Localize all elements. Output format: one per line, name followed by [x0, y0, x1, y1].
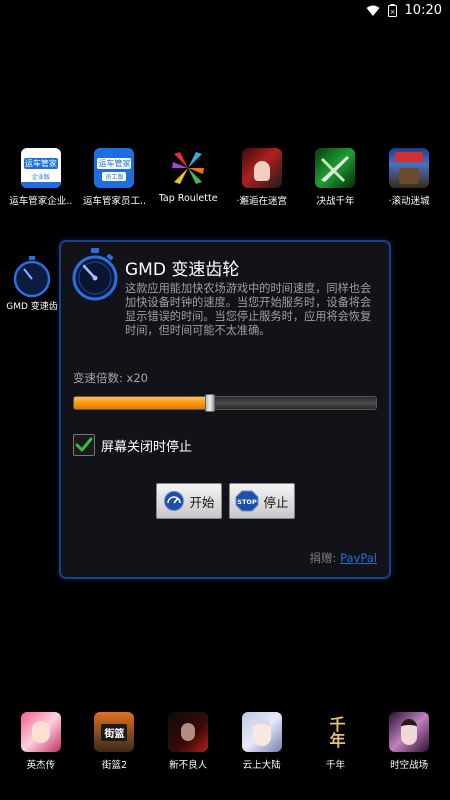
slider-fill	[74, 397, 209, 409]
svg-text:STOP: STOP	[238, 498, 258, 506]
app-label: 街篮2	[101, 760, 127, 771]
status-bar: × 10:20	[0, 0, 450, 24]
wifi-icon	[366, 5, 380, 16]
start-button[interactable]: 开始	[156, 483, 222, 519]
app-label: 新不良人	[169, 760, 208, 771]
app-label: 时空战场	[390, 760, 429, 771]
yunche-employee-icon: 运车管家 员工版	[94, 148, 135, 188]
speed-multiplier-slider[interactable]	[73, 394, 377, 412]
app-label: Tap Roulette	[158, 193, 218, 204]
app-new-buliangren[interactable]: 新不良人	[152, 712, 224, 771]
stop-button[interactable]: STOP 停止	[229, 483, 295, 519]
stopwatch-icon	[72, 248, 118, 301]
paypal-link[interactable]: PayPal	[340, 551, 377, 565]
dialog-description: 这款应用能加快农场游戏中的时间速度，同样也会加快设备时钟的速度。当您开始服务时，…	[125, 282, 372, 337]
app-heroes-legend[interactable]: 英杰传	[5, 712, 77, 771]
app-gmd-speed-gear[interactable]: GMD 变速齿	[6, 255, 58, 312]
app-street-basketball[interactable]: 街篮 街篮2	[78, 712, 150, 771]
clock: 10:20	[404, 3, 442, 18]
stop-on-screen-off-checkbox[interactable]	[73, 434, 95, 456]
app-cloud-continent[interactable]: 云上大陆	[226, 712, 298, 771]
app-maze-encounter[interactable]: ·邂逅在迷宫	[226, 148, 298, 207]
cloud-continent-icon	[241, 712, 282, 752]
millennium-icon: 千年	[315, 712, 356, 752]
app-label: ·邂逅在迷宫	[236, 196, 288, 207]
donate-row: 捐赠: PayPal	[310, 550, 377, 566]
app-battle-millennium[interactable]: 决战千年	[299, 148, 371, 207]
battery-icon: ×	[387, 4, 397, 17]
checkbox-label: 屏幕关闭时停止	[101, 439, 193, 455]
donate-label: 捐赠:	[309, 551, 337, 565]
app-yunche-employee[interactable]: 运车管家 员工版 运车管家员工..	[78, 148, 150, 207]
speed-multiplier-label: 变速倍数: x20	[73, 371, 148, 385]
app-label: 运车管家员工..	[82, 196, 146, 207]
app-rolling-city[interactable]: ·滚动迷城	[373, 148, 445, 207]
app-label: 千年	[325, 760, 345, 771]
app-label: 英杰传	[26, 760, 56, 771]
stop-button-label: 停止	[263, 494, 289, 510]
slider-thumb[interactable]	[205, 394, 215, 412]
yunche-enterprise-icon: 运车管家 企业版	[20, 148, 61, 188]
app-label: GMD 变速齿	[6, 302, 58, 312]
svg-text:×: ×	[389, 8, 395, 16]
start-button-label: 开始	[189, 494, 215, 510]
home-app-row-bottom: 英杰传 街篮 街篮2 新不良人 云上大陆 千年 千年 时空战场	[0, 712, 450, 771]
app-label: 运车管家企业..	[9, 196, 73, 207]
tap-roulette-icon	[168, 148, 209, 188]
heroes-legend-icon	[20, 712, 61, 752]
app-label: ·滚动迷城	[388, 196, 430, 207]
dialog-title: GMD 变速齿轮	[125, 260, 240, 280]
app-spacetime-battlefield[interactable]: 时空战场	[373, 712, 445, 771]
app-label: 云上大陆	[242, 760, 281, 771]
stop-sign-icon: STOP	[235, 490, 259, 512]
home-app-row-top: 运车管家 企业版 运车管家企业.. 运车管家 员工版 运车管家员工.. Tap …	[0, 148, 450, 207]
new-buliangren-icon	[168, 712, 209, 752]
checkmark-icon	[75, 437, 93, 452]
app-millennium[interactable]: 千年 千年	[299, 712, 371, 771]
battle-millennium-icon	[315, 148, 356, 188]
spacetime-battlefield-icon	[389, 712, 430, 752]
gmd-speed-gear-dialog: GMD 变速齿轮 这款应用能加快农场游戏中的时间速度，同样也会加快设备时钟的速度…	[59, 240, 391, 579]
app-tap-roulette[interactable]: Tap Roulette	[152, 148, 224, 207]
rolling-city-icon	[389, 148, 430, 188]
app-yunche-enterprise[interactable]: 运车管家 企业版 运车管家企业..	[5, 148, 77, 207]
street-basketball-icon: 街篮	[94, 712, 135, 752]
app-label: 决战千年	[316, 196, 355, 207]
stop-on-screen-off-row[interactable]: 屏幕关闭时停止	[73, 434, 192, 456]
maze-encounter-icon	[241, 148, 282, 188]
speedometer-icon	[164, 491, 185, 511]
stopwatch-icon	[13, 256, 51, 298]
